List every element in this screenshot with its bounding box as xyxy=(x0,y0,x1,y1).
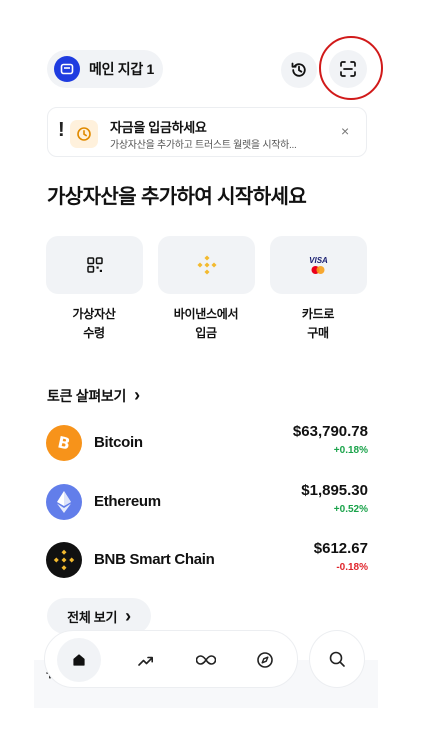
token-price: $63,790.78 xyxy=(292,423,368,440)
deposit-notice[interactable]: ! 자금을 입금하세요 가상자산을 추가하고 트러스트 월렛을 시작하... × xyxy=(47,107,367,157)
history-icon xyxy=(291,62,306,77)
notice-alert-mark: ! xyxy=(58,119,65,141)
search-button[interactable] xyxy=(309,630,365,688)
receive-crypto-button[interactable] xyxy=(46,236,143,294)
clock-icon xyxy=(70,120,98,148)
token-row[interactable]: Ethereum $1,895.30 +0.52% xyxy=(46,482,368,522)
token-price: $1,895.30 xyxy=(301,482,368,499)
qr-code-icon xyxy=(86,257,103,273)
nav-trending[interactable] xyxy=(132,646,160,674)
token-name: BNB Smart Chain xyxy=(94,551,215,568)
explore-tokens-link[interactable]: 토큰 살펴보기 › xyxy=(47,385,140,406)
token-change: -0.18% xyxy=(336,562,368,573)
page-title: 가상자산을 추가하여 시작하세요 xyxy=(47,186,307,208)
svg-text:B: B xyxy=(56,433,72,453)
binance-icon xyxy=(196,255,217,275)
wallet-selector[interactable]: 메인 지갑 1 xyxy=(47,50,163,88)
close-icon[interactable]: × xyxy=(341,123,349,139)
notice-title: 자금을 입금하세요 xyxy=(110,120,207,135)
token-row[interactable]: BNB Smart Chain $612.67 -0.18% xyxy=(46,540,368,580)
see-all-button[interactable]: 전체 보기 › xyxy=(47,598,151,634)
section-title: 토큰 살펴보기 xyxy=(47,387,127,404)
search-icon xyxy=(329,651,345,667)
highlight-ring xyxy=(319,36,383,100)
receive-crypto-label: 가상자산 수령 xyxy=(72,307,116,340)
deposit-from-binance-label: 바이낸스에서 입금 xyxy=(173,307,239,340)
chevron-right-icon: › xyxy=(134,385,140,405)
bitcoin-icon: B xyxy=(46,425,82,461)
buy-with-card-label: 카드로 구매 xyxy=(301,307,335,340)
home-icon xyxy=(73,654,85,666)
token-name: Ethereum xyxy=(94,493,161,510)
notice-subtitle: 가상자산을 추가하고 트러스트 월렛을 시작하... xyxy=(110,140,297,151)
bnb-icon xyxy=(46,542,82,578)
nav-infinity[interactable] xyxy=(192,646,220,674)
trending-icon xyxy=(138,656,153,666)
buy-with-card-button[interactable]: VISA xyxy=(270,236,367,294)
token-price: $612.67 xyxy=(313,540,368,557)
token-name: Bitcoin xyxy=(94,434,143,451)
visa-card-icon: VISA xyxy=(309,256,328,275)
token-change: +0.52% xyxy=(333,504,368,515)
chevron-right-icon: › xyxy=(125,605,131,626)
ethereum-icon xyxy=(46,484,82,520)
wallet-name: 메인 지갑 1 xyxy=(89,61,154,77)
see-all-label: 전체 보기 xyxy=(67,609,118,625)
history-button[interactable] xyxy=(281,52,317,88)
wallet-icon xyxy=(54,56,80,82)
compass-icon xyxy=(257,652,273,668)
bottom-nav xyxy=(44,630,298,688)
deposit-from-binance-button[interactable] xyxy=(158,236,255,294)
visa-text: VISA xyxy=(309,255,328,265)
nav-home[interactable] xyxy=(57,638,101,682)
nav-discover[interactable] xyxy=(251,646,279,674)
infinity-icon xyxy=(196,655,216,665)
token-row[interactable]: B Bitcoin $63,790.78 +0.18% xyxy=(46,423,368,463)
token-change: +0.18% xyxy=(333,445,368,456)
